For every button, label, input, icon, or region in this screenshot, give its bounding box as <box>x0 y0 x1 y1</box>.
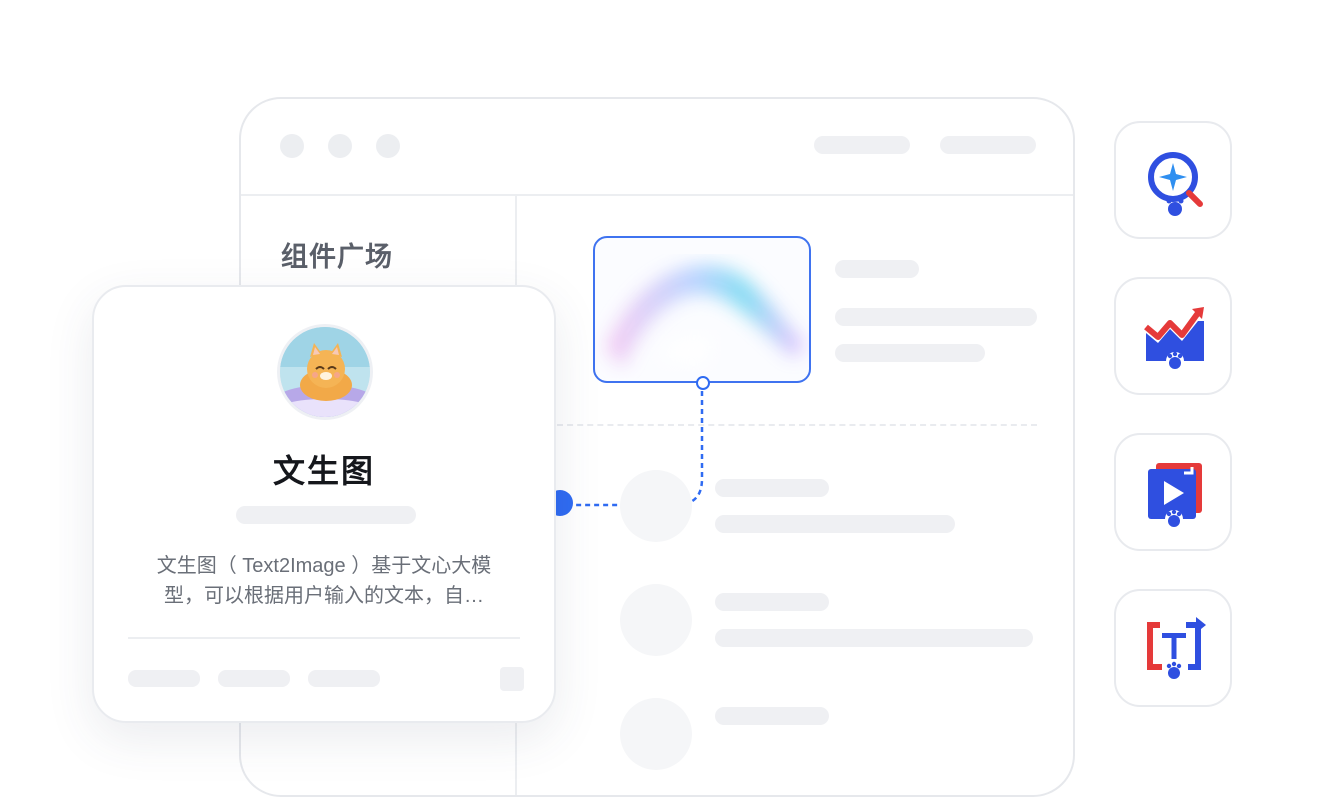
ai-search-icon <box>1148 152 1203 216</box>
detail-placeholder-1 <box>835 260 919 278</box>
component-avatar <box>277 324 373 420</box>
list-item-subtitle <box>715 515 955 533</box>
window-titlebar <box>241 99 1073 196</box>
app-tile-ai-search[interactable] <box>1114 121 1232 239</box>
window-minimize-dot[interactable] <box>328 134 352 158</box>
video-play-icon <box>1148 463 1202 528</box>
app-tile-video[interactable] <box>1114 433 1232 551</box>
card-tag-placeholder <box>308 670 380 687</box>
app-tile-trend[interactable] <box>1114 277 1232 395</box>
list-item-subtitle <box>715 629 1033 647</box>
section-divider <box>557 424 1037 426</box>
detail-placeholder-2 <box>835 308 1037 326</box>
list-item-avatar <box>620 470 692 542</box>
list-item-avatar <box>620 584 692 656</box>
card-action-placeholder[interactable] <box>500 667 524 691</box>
gradient-ribbon-icon <box>605 264 805 368</box>
description-line-1: 文生图（ Text2Image ）基于文心大模 <box>156 555 492 577</box>
app-tile-translate[interactable] <box>1114 589 1232 707</box>
sidebar-title: 组件广场 <box>281 242 393 272</box>
trend-chart-icon <box>1144 307 1204 370</box>
cat-avatar-icon <box>280 327 370 417</box>
window-close-dot[interactable] <box>280 134 304 158</box>
card-tag-placeholder <box>218 670 290 687</box>
card-divider <box>128 637 520 639</box>
window-maximize-dot[interactable] <box>376 134 400 158</box>
titlebar-placeholder-1 <box>814 136 910 154</box>
component-description: 文生图（ Text2Image ）基于文心大模 型，可以根据用户输入的文本，自… <box>132 551 516 611</box>
description-line-2: 型，可以根据用户输入的文本，自… <box>164 585 484 607</box>
component-title: 文生图 <box>272 453 375 489</box>
component-subtitle-placeholder <box>236 506 416 524</box>
featured-component-thumbnail[interactable] <box>593 236 811 383</box>
titlebar-placeholder-2 <box>940 136 1036 154</box>
detail-placeholder-3 <box>835 344 985 362</box>
list-item-title <box>715 593 829 611</box>
list-item-title <box>715 707 829 725</box>
list-item-avatar <box>620 698 692 770</box>
card-tag-placeholder <box>128 670 200 687</box>
connector-node-top[interactable] <box>696 376 710 390</box>
component-card[interactable]: 文生图 文生图（ Text2Image ）基于文心大模 型，可以根据用户输入的文… <box>92 285 556 723</box>
text-translate-icon <box>1147 617 1206 679</box>
list-item-title <box>715 479 829 497</box>
